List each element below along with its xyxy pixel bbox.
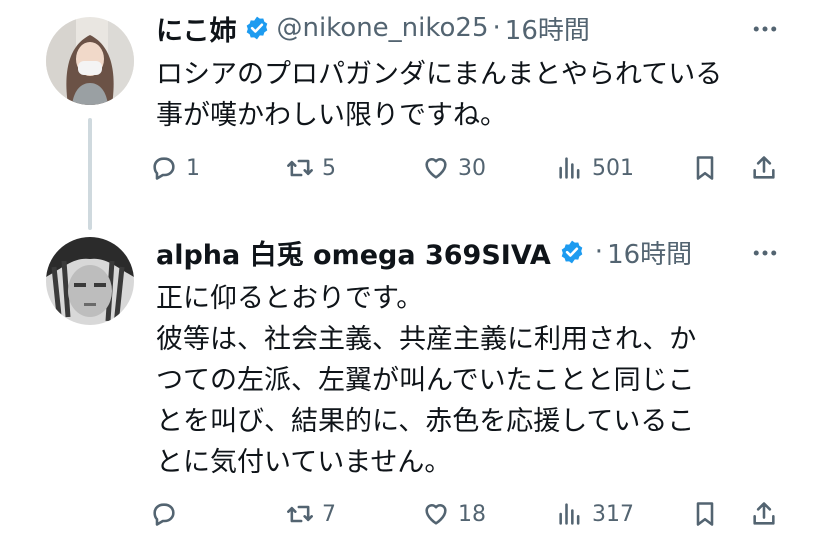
like-count: 30 <box>458 155 486 181</box>
more-icon <box>753 250 777 256</box>
like-button[interactable]: 30 <box>422 148 486 188</box>
more-icon <box>753 26 777 32</box>
tweet-text: 正に仰るとおりです。 彼等は、社会主義、共産主義に利用され、か つての左派、左翼… <box>156 278 796 483</box>
reply-count: 1 <box>186 155 200 181</box>
share-icon <box>753 156 775 179</box>
avatar[interactable] <box>46 237 134 325</box>
bookmark-icon <box>696 502 714 526</box>
tweet-text-line: 彼等は、社会主義、共産主義に利用され、か <box>156 324 697 355</box>
more-button[interactable] <box>748 12 782 46</box>
tweet-text-line: ロシアのプロパガンダにまんまとやられている <box>156 59 723 90</box>
share-icon <box>753 502 775 525</box>
tweet-text-line: 事が嘆かわしい限りですね。 <box>156 100 507 131</box>
display-name[interactable]: alpha 白兎 omega 369SIVA <box>156 233 551 272</box>
views-icon <box>559 157 580 179</box>
tweet-text-line: つての左派、左翼が叫んでいたことと同じこ <box>156 365 695 396</box>
avatar[interactable] <box>46 17 134 105</box>
tweet-actions: 1 5 30 501 <box>150 148 790 188</box>
repost-count: 5 <box>322 155 336 181</box>
tweet-text-line: とに気付いていません。 <box>156 447 452 478</box>
timestamp[interactable]: 16時間 <box>505 10 590 47</box>
views-button[interactable]: 501 <box>556 148 634 188</box>
views-button[interactable]: 317 <box>556 494 634 534</box>
like-icon <box>425 504 447 525</box>
repost-button[interactable]: 7 <box>286 494 336 534</box>
repost-icon <box>287 159 313 177</box>
reply-icon <box>153 503 175 526</box>
tweet-2[interactable]: alpha 白兎 omega 369SIVA · 16時間 正に仰るとおりです。… <box>0 230 828 542</box>
separator-dot: · <box>492 13 501 43</box>
tweet-text-line: 正に仰るとおりです。 <box>156 283 424 314</box>
tweet-text-line: とを叫び、結果的に、赤色を応援しているこ <box>156 406 695 437</box>
reply-button[interactable] <box>150 494 186 534</box>
woman-portrait-avatar-icon <box>46 17 134 105</box>
bookmark-button[interactable] <box>691 148 719 188</box>
reply-button[interactable]: 1 <box>150 148 200 188</box>
repost-count: 7 <box>322 501 336 527</box>
separator-dot: · <box>594 237 604 267</box>
views-icon <box>559 503 580 525</box>
like-count: 18 <box>458 501 486 527</box>
tweet-1[interactable]: にこ姉 @nikone_niko25 · 16時間 ロシアのプロパガンダにまんま… <box>0 0 828 230</box>
bookmark-icon <box>696 156 714 180</box>
share-button[interactable] <box>750 494 778 534</box>
verified-badge-icon <box>247 16 268 40</box>
repost-button[interactable]: 5 <box>286 148 336 188</box>
like-button[interactable]: 18 <box>422 494 486 534</box>
display-name[interactable]: にこ姉 <box>156 9 236 48</box>
tweet-header: alpha 白兎 omega 369SIVA · 16時間 <box>156 232 692 272</box>
conversation-thread: にこ姉 @nikone_niko25 · 16時間 ロシアのプロパガンダにまんま… <box>0 0 828 542</box>
verified-badge-icon <box>561 240 583 264</box>
view-count: 501 <box>592 155 634 181</box>
view-count: 317 <box>592 501 634 527</box>
tweet-header: にこ姉 @nikone_niko25 · 16時間 <box>156 8 590 48</box>
handle[interactable]: @nikone_niko25 <box>276 13 488 43</box>
thread-connector <box>88 118 92 230</box>
reply-icon <box>153 157 175 180</box>
tweet-text: ロシアのプロパガンダにまんまとやられている 事が嘆かわしい限りですね。 <box>156 54 796 136</box>
tweet-actions: 7 18 317 <box>150 494 790 534</box>
share-button[interactable] <box>750 148 778 188</box>
bookmark-button[interactable] <box>691 494 719 534</box>
repost-icon <box>287 505 313 523</box>
like-icon <box>425 158 447 179</box>
timestamp[interactable]: 16時間 <box>607 234 692 271</box>
grayscale-face-avatar-icon <box>46 237 134 325</box>
more-button[interactable] <box>748 236 782 270</box>
